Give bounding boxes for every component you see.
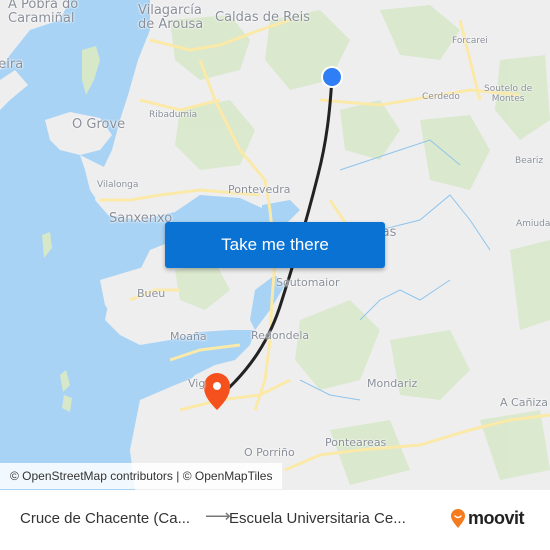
place-label: Vilagarcía de Arousa <box>138 3 204 33</box>
take-me-there-button[interactable]: Take me there <box>165 222 385 268</box>
origin-name: Cruce de Chacente (Ca... <box>20 510 191 527</box>
place-label: Vig <box>188 377 206 390</box>
origin-marker[interactable] <box>321 66 343 88</box>
place-label: Vilalonga <box>97 180 139 190</box>
place-label: O Porriño <box>244 446 295 459</box>
place-label: Soutelo de Montes <box>484 84 533 104</box>
place-label: Amiudal <box>516 219 550 229</box>
moovit-wordmark: moovit <box>468 508 525 528</box>
map-attribution[interactable]: © OpenStreetMap contributors | © OpenMap… <box>0 463 283 489</box>
place-label: Caldas de Reis <box>215 10 310 25</box>
place-label: Forcarei <box>452 36 488 46</box>
place-label: O Grove <box>72 117 126 132</box>
place-label: Beariz <box>515 156 544 166</box>
place-label: Mondariz <box>367 377 418 390</box>
route-footer: Cruce de Chacente (Ca... ⟶ Escuela Unive… <box>0 490 550 550</box>
moovit-pin-icon <box>451 508 465 528</box>
place-label: Ribadumia <box>149 110 198 120</box>
place-label: Redondela <box>251 329 310 342</box>
destination-name: Escuela Universitaria Ce... <box>229 510 406 527</box>
map-view[interactable]: A Pobra do Caramiñal Vilagarcía de Arousa … <box>0 0 550 490</box>
place-label: Pontevedra <box>228 183 291 196</box>
arrow-right-icon: ⟶ <box>205 506 231 526</box>
place-label: beira <box>0 57 24 72</box>
place-label: Cerdedo <box>422 92 460 102</box>
place-label: Moaña <box>170 330 207 343</box>
place-label: A Pobra do Caramiñal <box>8 0 79 27</box>
place-label: Bueu <box>137 287 166 300</box>
place-label: Ponteareas <box>325 436 387 449</box>
place-label: Sanxenxo <box>109 211 173 226</box>
place-label: Soutomaior <box>276 276 340 289</box>
moovit-logo[interactable]: moovit <box>450 508 525 529</box>
place-label: A Cañiza <box>500 396 548 409</box>
